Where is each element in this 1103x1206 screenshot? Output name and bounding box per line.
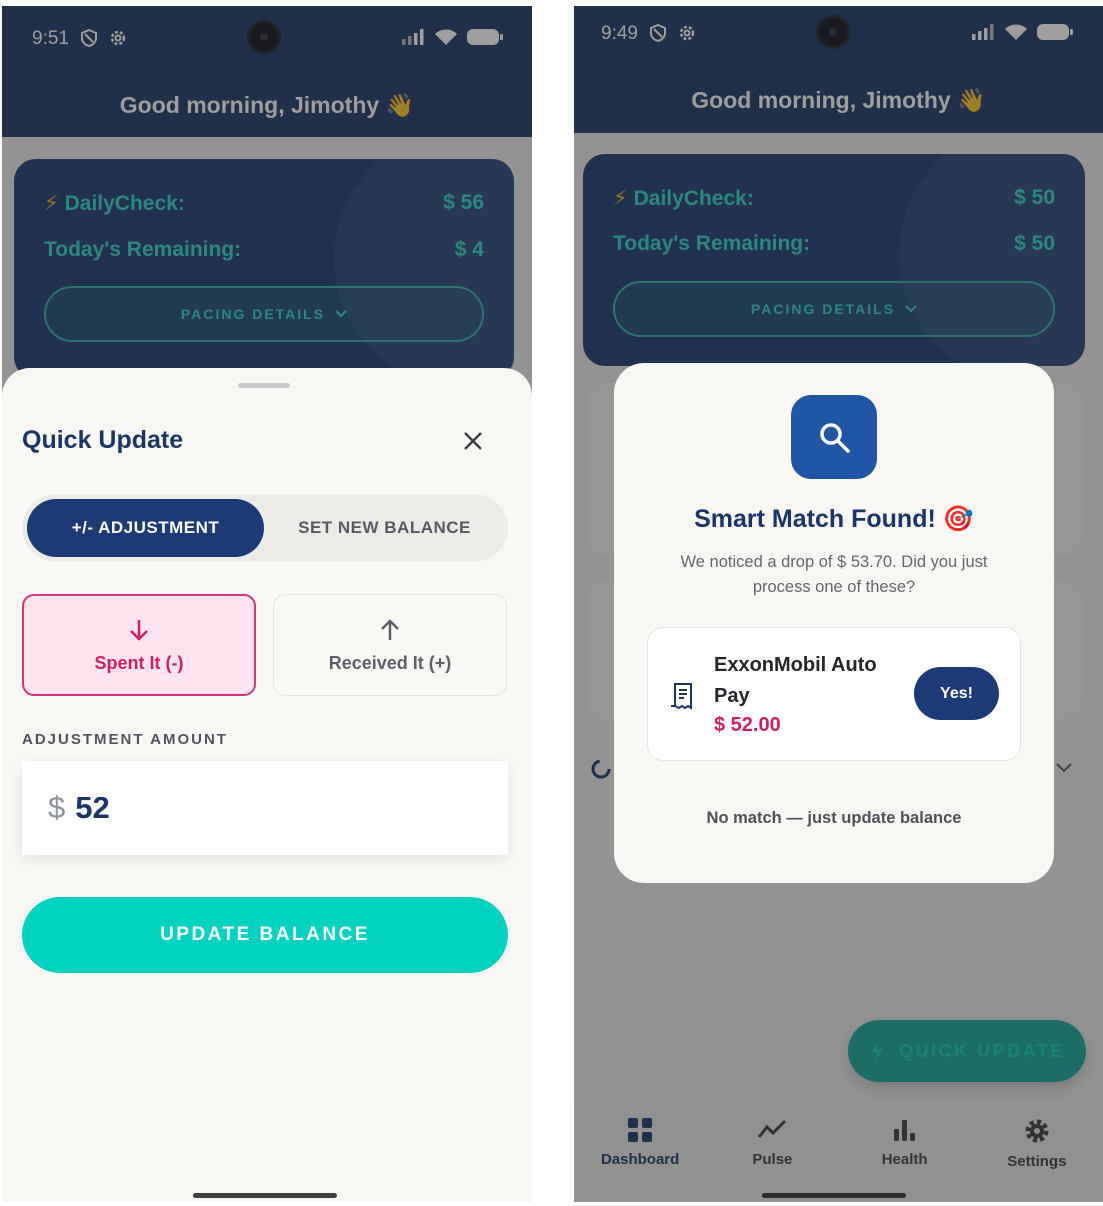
sheet-drag-handle[interactable] (238, 383, 290, 388)
received-it-label: Received It (+) (328, 652, 452, 673)
search-icon (820, 423, 850, 453)
spent-it-option[interactable]: Spent It (-) (22, 594, 256, 696)
phone-screen-quick-update: 9:51 Good morning, Jimothy 👋 ⚡ DailyChec… (2, 6, 532, 1202)
sheet-title: Quick Update (22, 426, 184, 454)
spent-it-label: Spent It (-) (94, 652, 184, 673)
update-balance-button[interactable]: UPDATE BALANCE (22, 897, 508, 973)
home-indicator[interactable] (762, 1193, 906, 1198)
phone-screen-smart-match: 9:49 Good morning, Jimothy 👋 ⚡ DailyChec… (574, 6, 1103, 1202)
tab-adjustment[interactable]: +/- ADJUSTMENT (27, 499, 264, 557)
arrow-down-icon (130, 619, 148, 641)
adjustment-amount-label: ADJUSTMENT AMOUNT (22, 731, 228, 748)
close-icon (464, 432, 482, 450)
match-merchant-name: ExxonMobil Auto Pay (714, 654, 877, 707)
match-amount: $ 52.00 (714, 714, 781, 736)
currency-symbol: $ (48, 790, 66, 825)
arrow-up-icon (381, 618, 399, 640)
received-it-option[interactable]: Received It (+) (273, 594, 507, 696)
dialog-message: We noticed a drop of $ 53.70. Did you ju… (680, 553, 988, 596)
quick-update-sheet: Quick Update +/- ADJUSTMENT SET NEW BALA… (2, 368, 532, 1202)
mode-segmented-control: +/- ADJUSTMENT SET NEW BALANCE (22, 494, 508, 562)
close-button[interactable] (458, 426, 488, 456)
amount-value: 52 (75, 790, 110, 825)
tab-set-new-balance[interactable]: SET NEW BALANCE (266, 499, 503, 557)
confirm-match-button[interactable]: Yes! (914, 667, 999, 720)
receipt-icon (671, 683, 692, 710)
adjustment-amount-input[interactable]: $ 52 (22, 761, 508, 855)
smart-match-dialog: Smart Match Found! 🎯 We noticed a drop o… (614, 363, 1054, 883)
dialog-title: Smart Match Found! 🎯 (694, 505, 974, 533)
no-match-link[interactable]: No match — just update balance (614, 809, 1054, 828)
smart-match-icon-tile (791, 395, 877, 479)
home-indicator[interactable] (193, 1193, 337, 1198)
match-suggestion-card: ExxonMobil Auto Pay $ 52.00 Yes! (647, 627, 1021, 761)
